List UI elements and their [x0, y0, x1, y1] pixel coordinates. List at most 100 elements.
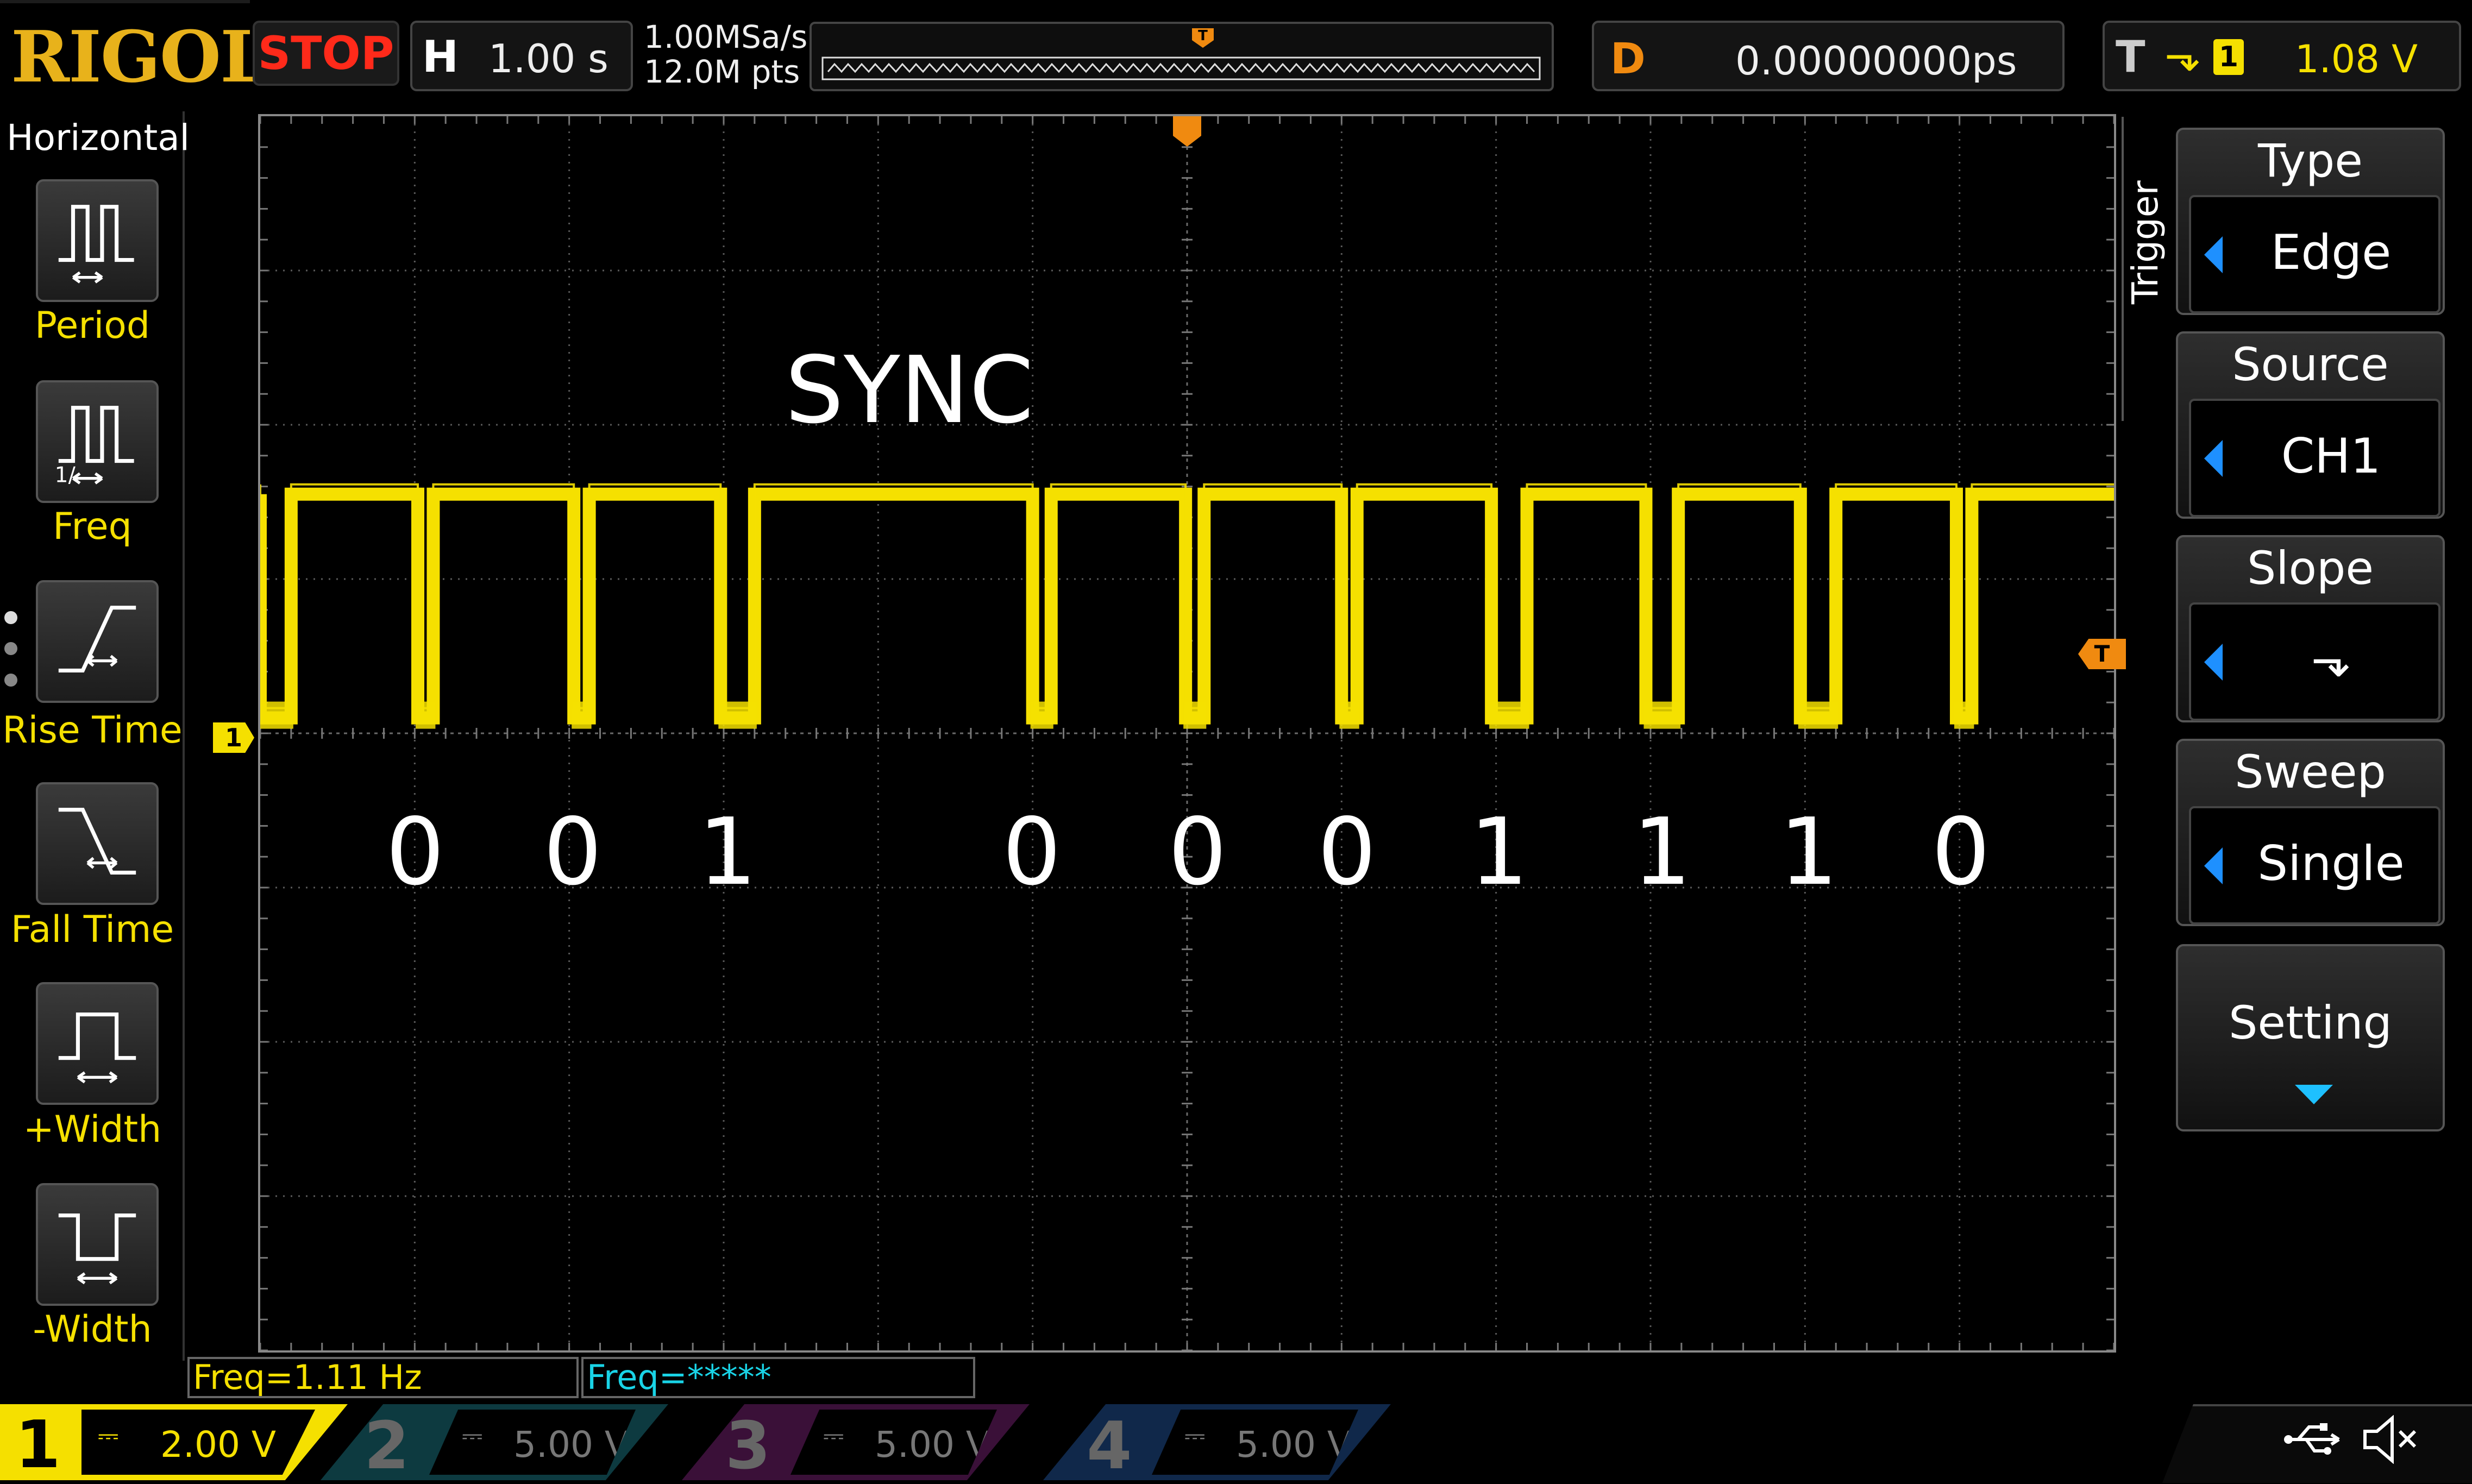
channel4-status[interactable]: 4 ⎓ 5.00 V	[1043, 1404, 1391, 1480]
channel1-low-pulse	[258, 701, 293, 729]
setting-menu-title: Setting	[2229, 996, 2392, 1049]
period-label: Period	[34, 304, 150, 347]
dc-coupling-icon: ⎓	[823, 1420, 844, 1451]
source-menu-title: Source	[2232, 338, 2389, 391]
slope-menu-item[interactable]: Slope ⬎	[2176, 535, 2445, 722]
type-menu-item[interactable]: Type Edge	[2176, 128, 2445, 315]
waveform-display[interactable]	[254, 114, 2116, 1353]
channel2-scale: 5.00 V	[513, 1424, 630, 1466]
channel1-low-pulse	[416, 701, 436, 729]
trigger-menu-title: Trigger	[2124, 180, 2166, 304]
left-arrow-icon	[2204, 236, 2223, 273]
left-arrow-icon	[2204, 644, 2223, 681]
channel3-number: 3	[725, 1408, 771, 1484]
source-menu-item[interactable]: Source CH1	[2176, 331, 2445, 519]
channel3-status-inner: ⎓ 5.00 V	[790, 1410, 997, 1475]
dc-coupling-icon: ⎓	[462, 1420, 483, 1451]
bit-label: 0	[1317, 798, 1377, 906]
channel4-scale: 5.00 V	[1236, 1424, 1352, 1466]
dc-coupling-icon: ⎓	[1184, 1420, 1206, 1451]
run-stop-button[interactable]: STOP	[253, 21, 399, 86]
sweep-menu-value: Single	[2257, 835, 2405, 891]
falling-edge-icon: ⬎	[2164, 30, 2201, 81]
period-button[interactable]	[36, 179, 159, 302]
sync-annotation: SYNC	[785, 337, 1034, 444]
trigger-channel-badge: 1	[2213, 39, 2244, 75]
bit-label: 0	[1002, 798, 1062, 906]
channel4-number: 4	[1087, 1408, 1132, 1484]
delay-label: D	[1610, 35, 1646, 84]
horizontal-scale-box[interactable]: H 1.00 s	[410, 21, 633, 91]
trigger-status-box[interactable]: T ⬎ 1 1.08 V	[2103, 21, 2461, 91]
negative-width-icon	[58, 1213, 136, 1285]
trigger-label: T	[2116, 32, 2145, 82]
type-menu-value-box: Edge	[2189, 195, 2440, 313]
left-arrow-icon	[2204, 440, 2223, 477]
left-arrow-icon	[2204, 847, 2223, 884]
delay-box[interactable]: D 0.00000000ps	[1592, 21, 2065, 91]
bit-label: 0	[1168, 798, 1227, 906]
negative-width-label: -Width	[33, 1308, 152, 1351]
channel1-scale: 2.00 V	[160, 1424, 277, 1466]
dc-coupling-icon: ⎓	[98, 1420, 119, 1451]
freq-button[interactable]: 1/	[36, 380, 159, 503]
frequency-measurement-2: Freq=*****	[581, 1357, 975, 1398]
type-menu-title: Type	[2258, 134, 2363, 187]
channel3-scale: 5.00 V	[875, 1424, 991, 1466]
channel1-low-pulse	[1643, 701, 1681, 729]
setting-menu-item[interactable]: Setting	[2176, 944, 2445, 1131]
overview-waveform-icon: T	[821, 28, 1541, 80]
brand-logo: RIGOL	[11, 15, 270, 98]
channel1-low-pulse	[1183, 701, 1207, 729]
chevron-down-icon	[2295, 1085, 2333, 1104]
slope-menu-value-box: ⬎	[2189, 602, 2440, 721]
trigger-position-marker	[1173, 116, 1201, 147]
channel1-status[interactable]: 1 ⎓ 2.00 V	[0, 1404, 348, 1480]
page-dot	[4, 642, 17, 655]
negative-width-button[interactable]	[36, 1183, 159, 1306]
rise-time-button[interactable]	[36, 580, 159, 703]
speaker-muted-icon	[2363, 1415, 2417, 1464]
memory-depth: 12.0M pts	[644, 53, 800, 90]
page-dot-active	[4, 611, 17, 624]
top-line	[0, 0, 250, 3]
bit-label: 1	[1779, 798, 1839, 906]
trigger-level-value: 1.08 V	[2295, 37, 2418, 81]
rise-time-icon	[58, 606, 136, 672]
sweep-menu-item[interactable]: Sweep Single	[2176, 739, 2445, 926]
type-menu-value: Edge	[2270, 224, 2392, 280]
channel1-low-pulse	[1339, 701, 1359, 729]
delay-value: 0.00000000ps	[1735, 38, 2017, 84]
channel1-offset-marker[interactable]: 1	[213, 722, 254, 753]
sweep-menu-title: Sweep	[2235, 745, 2386, 798]
horizontal-scale-value: 1.00 s	[488, 36, 608, 81]
freq-label: Freq	[53, 505, 132, 548]
channel1-low-pulse	[1489, 701, 1529, 729]
rise-time-label: Rise Time	[2, 709, 183, 752]
fall-time-label: Fall Time	[10, 908, 174, 951]
positive-width-icon	[58, 1013, 136, 1084]
frequency-measurement-ch1: Freq=1.11 Hz	[187, 1357, 579, 1398]
channel3-status[interactable]: 3 ⎓ 5.00 V	[682, 1404, 1030, 1480]
svg-text:1/: 1/	[55, 463, 76, 488]
freq-icon: 1/	[55, 406, 134, 488]
waveform-graticule	[254, 116, 2115, 1351]
channel2-status[interactable]: 2 ⎓ 5.00 V	[321, 1404, 668, 1480]
bit-label: 1	[698, 798, 757, 906]
falling-slope-icon: ⬎	[2311, 632, 2351, 688]
channel2-status-inner: ⎓ 5.00 V	[429, 1410, 636, 1475]
positive-width-button[interactable]	[36, 982, 159, 1105]
channel1-low-pulse	[718, 701, 757, 729]
source-menu-value-box: CH1	[2189, 399, 2440, 517]
channel2-number: 2	[364, 1408, 410, 1484]
svg-text:T: T	[1198, 28, 1208, 44]
page-dot	[4, 674, 17, 687]
left-menu-title: Horizontal	[7, 117, 190, 159]
bit-label: 0	[386, 798, 445, 906]
slope-menu-title: Slope	[2247, 542, 2374, 595]
fall-time-button[interactable]	[36, 782, 159, 905]
period-icon	[58, 205, 134, 284]
bit-label: 1	[1633, 798, 1692, 906]
channel1-number: 1	[15, 1407, 61, 1483]
bit-label: 1	[1470, 798, 1529, 906]
